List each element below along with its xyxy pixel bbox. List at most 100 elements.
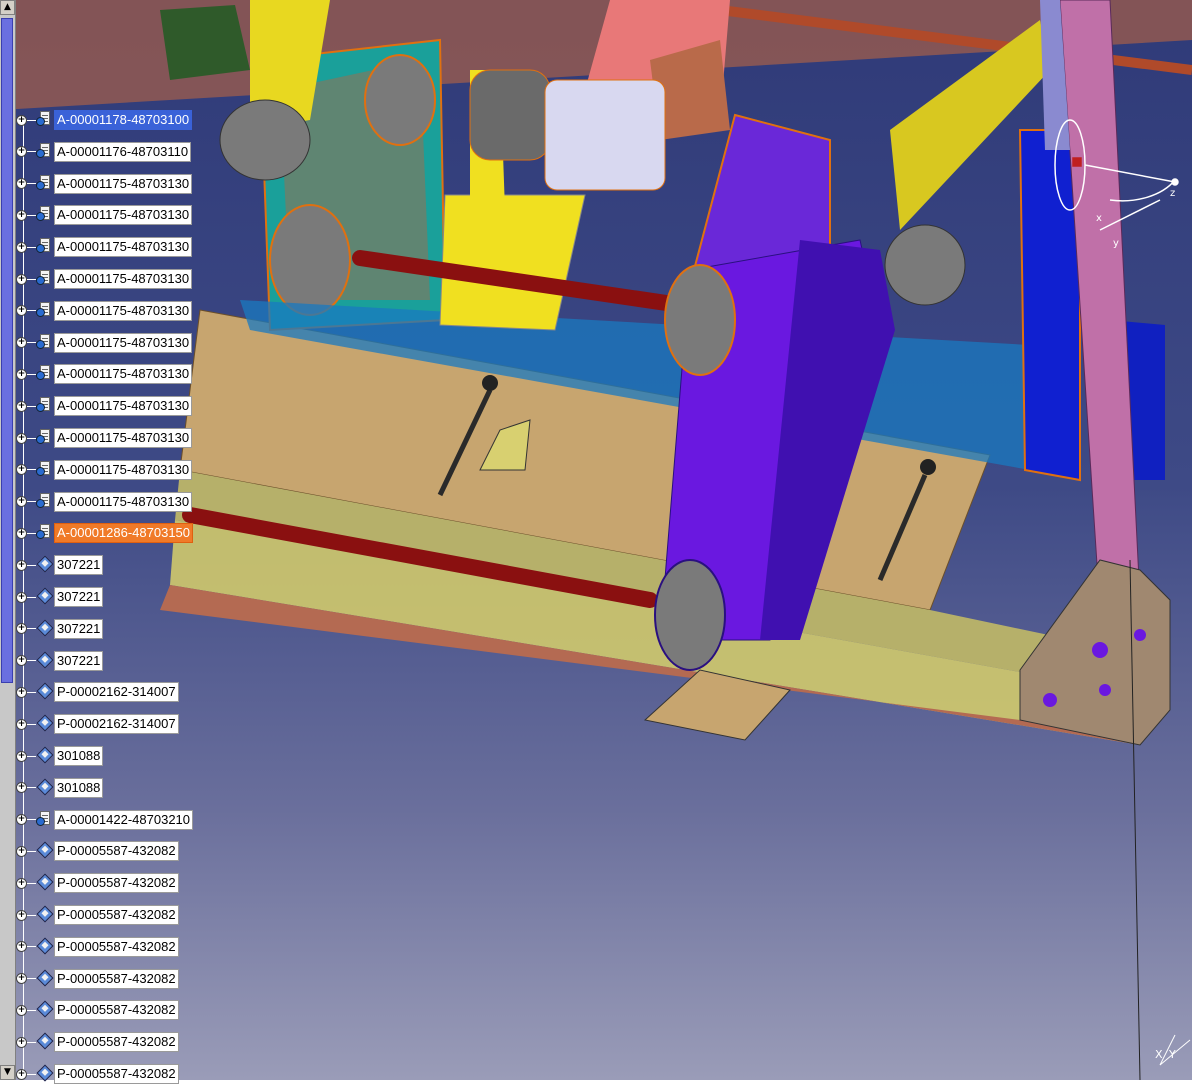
expand-icon[interactable]: + bbox=[16, 623, 27, 635]
tree-node-label[interactable]: A-00001175-48703130 bbox=[54, 237, 193, 258]
tree-node[interactable]: + A-00001176-48703110 bbox=[16, 140, 192, 164]
tree-node-label[interactable]: P-00005587-432082 bbox=[54, 873, 179, 894]
tree-node[interactable]: + P-00005587-432082 bbox=[16, 903, 179, 927]
tree-node[interactable]: +307221 bbox=[16, 553, 104, 577]
tree-node-label[interactable]: A-00001175-48703130 bbox=[54, 428, 193, 448]
tree-node[interactable]: + A-00001175-48703130 bbox=[16, 235, 193, 259]
tree-node-label[interactable]: A-00001175-48703130 bbox=[54, 205, 193, 226]
tree-node[interactable]: + P-00002162-314007 bbox=[16, 680, 179, 704]
expand-icon[interactable]: + bbox=[16, 496, 27, 508]
tree-node[interactable]: +301088 bbox=[16, 776, 104, 800]
tree-node[interactable]: + A-00001175-48703130 bbox=[16, 458, 193, 482]
expand-icon[interactable]: + bbox=[16, 559, 27, 571]
tree-node[interactable]: +307221 bbox=[16, 585, 104, 609]
tree-node-label[interactable]: 307221 bbox=[54, 587, 104, 607]
tree-node[interactable]: + A-00001175-48703130 bbox=[16, 426, 193, 450]
tree-node-label[interactable]: A-00001286-48703150 bbox=[54, 523, 194, 544]
expand-icon[interactable]: + bbox=[16, 655, 27, 667]
tree-node[interactable]: + P-00005587-432082 bbox=[16, 998, 179, 1022]
expand-icon[interactable]: + bbox=[16, 209, 27, 221]
expand-icon[interactable]: + bbox=[16, 114, 27, 126]
expand-icon[interactable]: + bbox=[16, 909, 27, 921]
tree-node[interactable]: + A-00001175-48703130 bbox=[16, 203, 193, 227]
tree-node[interactable]: + P-00005587-432082 bbox=[16, 1030, 179, 1054]
expand-icon[interactable]: + bbox=[16, 1068, 27, 1080]
tree-node-label[interactable]: A-00001175-48703130 bbox=[54, 332, 193, 353]
tree-scrollbar[interactable]: ▲ ▼ bbox=[0, 0, 16, 1080]
tree-node-label[interactable]: P-00005587-432082 bbox=[54, 936, 179, 957]
expand-icon[interactable]: + bbox=[16, 305, 27, 317]
tree-node[interactable]: + A-00001175-48703130 bbox=[16, 172, 193, 196]
tree-node[interactable]: +301088 bbox=[16, 744, 104, 768]
tree-node[interactable]: + A-00001175-48703130 bbox=[16, 490, 193, 514]
scroll-thumb[interactable] bbox=[1, 18, 13, 683]
tree-node-label[interactable]: P-00005587-432082 bbox=[54, 1064, 179, 1084]
tree-node[interactable]: + P-00002162-314007 bbox=[16, 712, 179, 736]
expand-icon[interactable]: + bbox=[16, 368, 27, 380]
expand-icon[interactable]: + bbox=[16, 146, 27, 158]
tree-node-label[interactable]: A-00001175-48703130 bbox=[54, 364, 193, 385]
tree-node-label[interactable]: 307221 bbox=[54, 650, 104, 671]
expand-icon[interactable]: + bbox=[16, 400, 27, 412]
tree-node-label[interactable]: P-00005587-432082 bbox=[54, 841, 179, 862]
scroll-up-icon[interactable]: ▲ bbox=[0, 0, 15, 15]
expand-icon[interactable]: + bbox=[16, 845, 27, 857]
scroll-down-icon[interactable]: ▼ bbox=[0, 1065, 15, 1080]
tree-node[interactable]: + A-00001175-48703130 bbox=[16, 331, 193, 355]
expand-icon[interactable]: + bbox=[16, 941, 27, 953]
expand-icon[interactable]: + bbox=[16, 750, 27, 762]
tree-node[interactable]: + A-00001175-48703130 bbox=[16, 267, 193, 291]
tree-node-label[interactable]: A-00001178-48703100 bbox=[54, 110, 193, 130]
tree-connector bbox=[27, 691, 36, 693]
tree-node[interactable]: + A-00001178-48703100 bbox=[16, 108, 193, 132]
expand-icon[interactable]: + bbox=[16, 718, 27, 730]
tree-node-label[interactable]: A-00001175-48703130 bbox=[54, 491, 193, 512]
expand-icon[interactable]: + bbox=[16, 1004, 27, 1016]
tree-node-label[interactable]: P-00005587-432082 bbox=[54, 1032, 179, 1053]
tree-node[interactable]: + A-00001175-48703130 bbox=[16, 362, 193, 386]
tree-node-label[interactable]: P-00005587-432082 bbox=[54, 968, 179, 989]
tree-node-label[interactable]: P-00002162-314007 bbox=[54, 714, 179, 735]
tree-node[interactable]: + P-00005587-432082 bbox=[16, 1062, 179, 1086]
tree-node-label[interactable]: P-00002162-314007 bbox=[54, 682, 179, 703]
tree-node-label[interactable]: A-00001175-48703130 bbox=[54, 269, 193, 289]
tree-node-label[interactable]: P-00005587-432082 bbox=[54, 905, 179, 925]
tree-node-label[interactable]: A-00001175-48703130 bbox=[54, 173, 193, 194]
tree-node-label[interactable]: 307221 bbox=[54, 555, 104, 576]
expand-icon[interactable]: + bbox=[16, 527, 27, 539]
product-icon bbox=[36, 142, 53, 162]
tree-node-label[interactable]: A-00001175-48703130 bbox=[54, 459, 193, 480]
expand-icon[interactable]: + bbox=[16, 178, 27, 190]
expand-icon[interactable]: + bbox=[16, 686, 27, 698]
expand-icon[interactable]: + bbox=[16, 782, 27, 794]
part-icon bbox=[36, 619, 54, 639]
expand-icon[interactable]: + bbox=[16, 973, 27, 985]
expand-icon[interactable]: + bbox=[16, 1036, 27, 1048]
tree-node[interactable]: + P-00005587-432082 bbox=[16, 935, 179, 959]
expand-icon[interactable]: + bbox=[16, 464, 27, 476]
tree-node[interactable]: + P-00005587-432082 bbox=[16, 839, 179, 863]
tree-node[interactable]: +307221 bbox=[16, 617, 104, 641]
expand-icon[interactable]: + bbox=[16, 273, 27, 285]
tree-node-label[interactable]: A-00001175-48703130 bbox=[54, 396, 193, 417]
tree-node-label[interactable]: A-00001422-48703210 bbox=[54, 809, 194, 830]
tree-node-label[interactable]: P-00005587-432082 bbox=[54, 1000, 179, 1021]
tree-node[interactable]: + P-00005587-432082 bbox=[16, 967, 179, 991]
tree-node[interactable]: + A-00001175-48703130 bbox=[16, 299, 193, 323]
expand-icon[interactable]: + bbox=[16, 241, 27, 253]
tree-node[interactable]: + A-00001422-48703210 bbox=[16, 808, 194, 832]
tree-node-label[interactable]: 301088 bbox=[54, 746, 104, 766]
tree-node[interactable]: + A-00001175-48703130 bbox=[16, 394, 193, 418]
expand-icon[interactable]: + bbox=[16, 591, 27, 603]
tree-node[interactable]: +307221 bbox=[16, 649, 104, 673]
tree-node[interactable]: + P-00005587-432082 bbox=[16, 871, 179, 895]
expand-icon[interactable]: + bbox=[16, 877, 27, 889]
expand-icon[interactable]: + bbox=[16, 337, 27, 349]
tree-node-label[interactable]: 307221 bbox=[54, 618, 104, 639]
expand-icon[interactable]: + bbox=[16, 814, 27, 826]
tree-node-label[interactable]: 301088 bbox=[54, 777, 104, 798]
tree-node-label[interactable]: A-00001175-48703130 bbox=[54, 300, 193, 321]
expand-icon[interactable]: + bbox=[16, 432, 27, 444]
tree-node[interactable]: + A-00001286-48703150 bbox=[16, 521, 194, 545]
tree-node-label[interactable]: A-00001176-48703110 bbox=[54, 141, 192, 162]
